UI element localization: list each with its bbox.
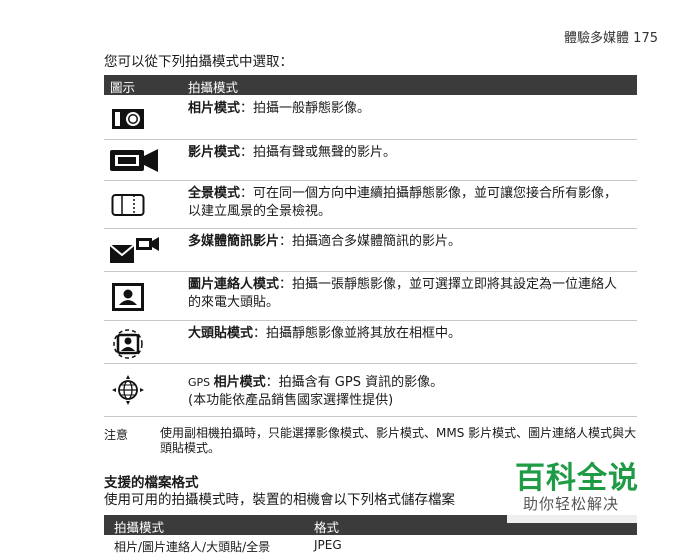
mms-video-icon bbox=[108, 235, 160, 265]
gps-photo-icon bbox=[110, 374, 146, 406]
table-row: GPS 相片模式：拍攝含有 GPS 資訊的影像。 (本功能依產品銷售國家選擇性提… bbox=[104, 364, 637, 417]
watermark-title: 百科全说 bbox=[515, 461, 639, 496]
intro-text: 您可以從下列拍攝模式中選取： bbox=[104, 54, 293, 70]
col-format-header: 格式 bbox=[314, 520, 340, 535]
row-desc: 全景模式：可在同一個方向中連續拍攝靜態影像，並可讓您接合所有影像，以建立風景的全… bbox=[188, 186, 618, 219]
col-mode-header: 拍攝模式 bbox=[114, 520, 165, 535]
watermark-subtitle: 助你轻松解决 bbox=[523, 495, 620, 513]
row-desc: 多媒體簡訊影片：拍攝適合多媒體簡訊的影片。 bbox=[188, 234, 462, 249]
table-row: 多媒體簡訊影片：拍攝適合多媒體簡訊的影片。 bbox=[104, 229, 637, 272]
note-label: 注意 bbox=[104, 428, 129, 442]
table-row: 圖片連絡人模式：拍攝一張靜態影像，並可選擇立即將其設定為一位連絡人的來電大頭貼。 bbox=[104, 272, 637, 321]
row-desc: GPS 相片模式：拍攝含有 GPS 資訊的影像。 (本功能依產品銷售國家選擇性提… bbox=[188, 375, 444, 408]
table-header: 圖示 拍攝模式 bbox=[104, 75, 637, 95]
row-desc: 相片模式：拍攝一般靜態影像。 bbox=[188, 101, 371, 116]
table-row: 相片模式：拍攝一般靜態影像。 bbox=[104, 96, 637, 140]
watermark: 百科全说 助你轻松解决 bbox=[507, 451, 652, 523]
col-mode-header: 拍攝模式 bbox=[188, 80, 239, 95]
page-header: 體驗多媒體 175 bbox=[564, 31, 658, 46]
table-row: 全景模式：可在同一個方向中連續拍攝靜態影像，並可讓您接合所有影像，以建立風景的全… bbox=[104, 181, 637, 229]
camera-photo-icon bbox=[110, 104, 146, 132]
video-camera-icon bbox=[108, 146, 160, 174]
picture-theme-icon bbox=[110, 328, 146, 360]
contact-picture-icon bbox=[110, 282, 146, 312]
row-desc: 影片模式：拍攝有聲或無聲的影片。 bbox=[188, 145, 397, 160]
table-row: 影片模式：拍攝有聲或無聲的影片。 bbox=[104, 140, 637, 181]
section-text: 使用可用的拍攝模式時，裝置的相機會以下列格式儲存檔案 bbox=[104, 492, 455, 508]
panorama-icon bbox=[110, 191, 146, 219]
row-desc: 大頭貼模式：拍攝靜態影像並將其放在相框中。 bbox=[188, 326, 462, 341]
table-row: 大頭貼模式：拍攝靜態影像並將其放在相框中。 bbox=[104, 321, 637, 364]
row-desc: 圖片連絡人模式：拍攝一張靜態影像，並可選擇立即將其設定為一位連絡人的來電大頭貼。 bbox=[188, 277, 618, 310]
col-icon-header: 圖示 bbox=[110, 80, 136, 95]
